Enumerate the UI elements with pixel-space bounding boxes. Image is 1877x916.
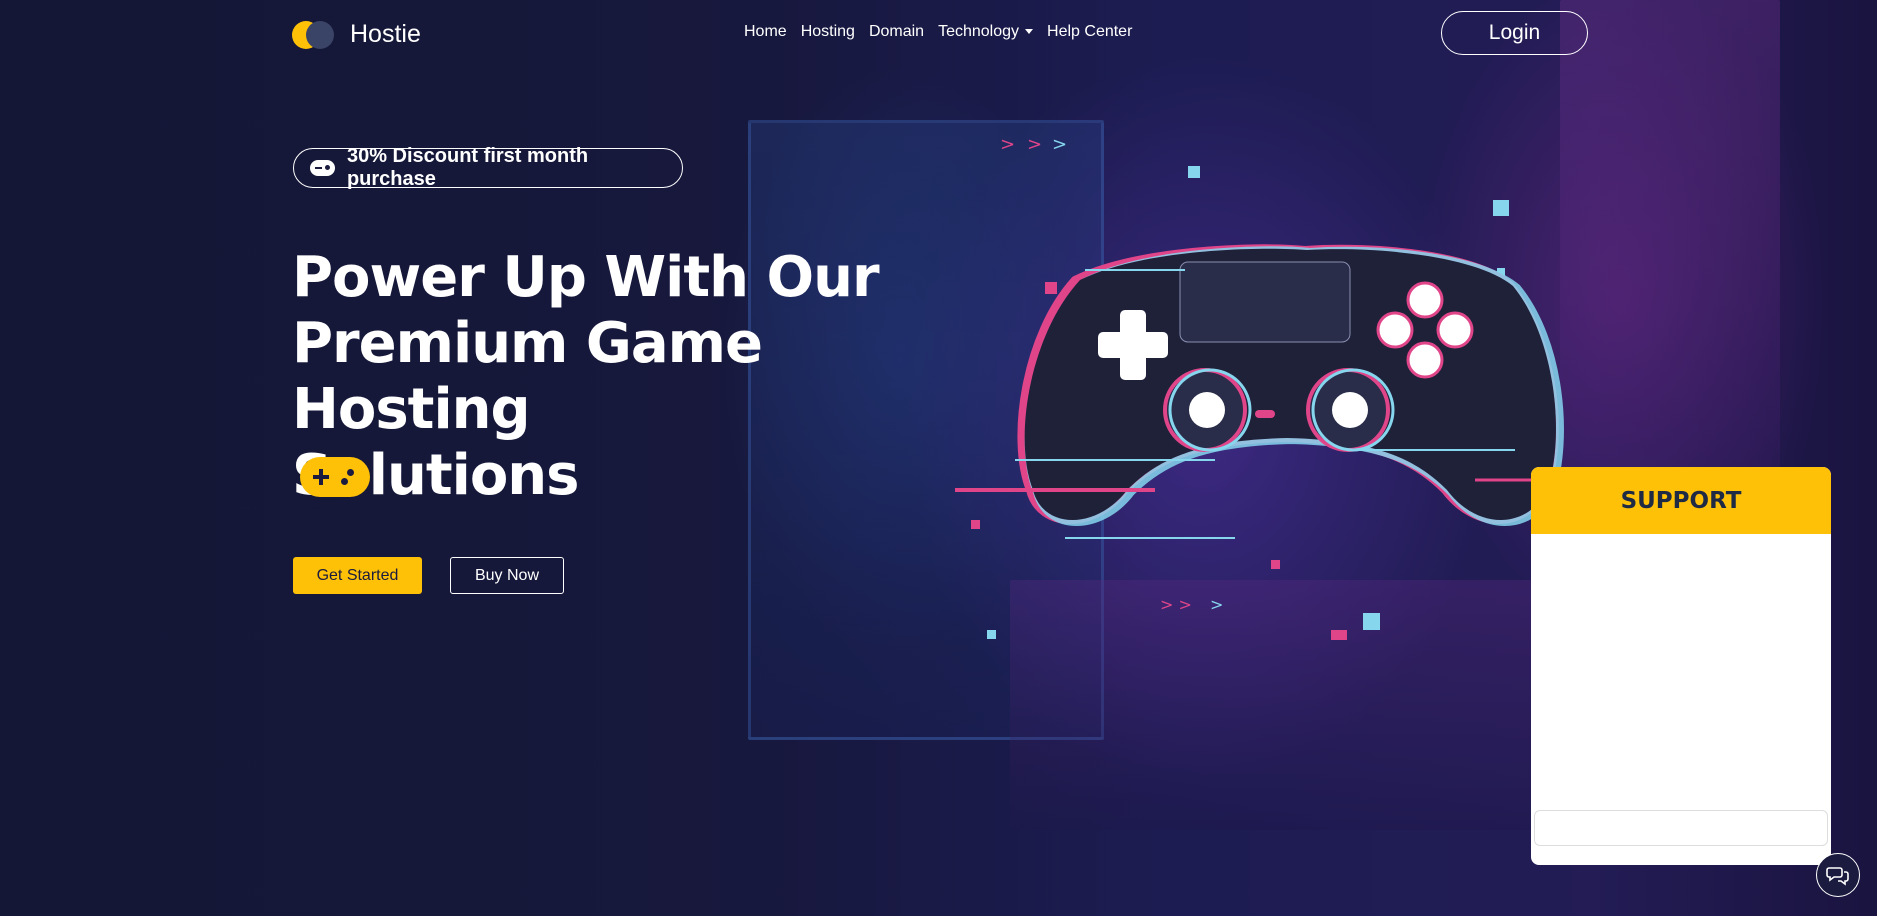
nav-item-domain[interactable]: Domain xyxy=(869,23,924,41)
get-started-button[interactable]: Get Started xyxy=(293,557,422,594)
logo-circles-icon xyxy=(292,18,338,50)
nav-item-home[interactable]: Home xyxy=(744,23,787,41)
svg-text:>: > xyxy=(1210,595,1223,614)
svg-text:> >: > > xyxy=(1160,595,1192,614)
svg-text:>: > xyxy=(1027,134,1042,155)
nav-item-technology-label: Technology xyxy=(938,23,1020,40)
background-window xyxy=(1560,0,1780,520)
gamepad-icon xyxy=(300,457,370,497)
support-title: SUPPORT xyxy=(1531,467,1831,534)
hero-title-line-1: Power Up With Our xyxy=(292,245,880,310)
chevron-down-icon xyxy=(1025,29,1034,35)
svg-text:>: > xyxy=(1000,134,1015,155)
hero-title-line-3: Solutions xyxy=(292,443,580,508)
nav-item-help-center[interactable]: Help Center xyxy=(1047,23,1132,41)
svg-text:>: > xyxy=(1052,134,1067,155)
hero-title-line-2: Premium Game Hosting xyxy=(292,311,763,442)
buy-now-button[interactable]: Buy Now xyxy=(450,557,564,594)
chat-bubbles-icon xyxy=(1826,867,1849,886)
promo-badge: 30% Discount first month purchase xyxy=(293,145,683,190)
chat-toggle-button[interactable] xyxy=(1816,853,1860,897)
nav-item-technology[interactable]: Technology xyxy=(938,23,1034,41)
brand-logo[interactable]: Hostie xyxy=(292,18,421,50)
support-widget: SUPPORT xyxy=(1531,467,1831,865)
brand-name: Hostie xyxy=(350,19,421,48)
hero-title: Power Up With Our Premium Game Hosting S… xyxy=(292,245,972,509)
support-message-input[interactable] xyxy=(1534,810,1828,846)
login-button[interactable]: Login xyxy=(1441,11,1588,55)
nav-item-hosting[interactable]: Hosting xyxy=(801,23,855,41)
promo-text: 30% Discount first month purchase xyxy=(346,145,589,190)
game-controller-illustration: > > > > > > xyxy=(955,134,1564,640)
gamepad-icon xyxy=(310,160,335,176)
main-nav: Home Hosting Domain Technology Help Cent… xyxy=(744,23,1132,41)
